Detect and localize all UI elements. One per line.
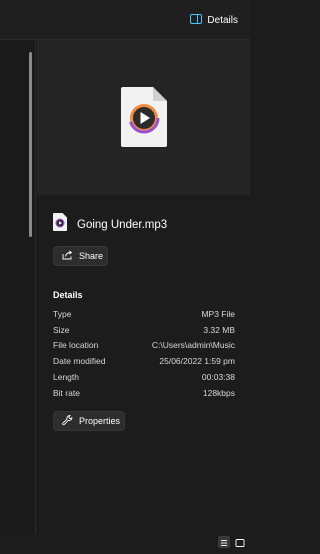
property-value: 128kbps: [202, 387, 235, 398]
property-row-type: Type MP3 File: [53, 306, 235, 322]
property-value: C:\Users\admin\Music: [151, 340, 235, 351]
property-row-file-location: File location C:\Users\admin\Music: [53, 338, 235, 354]
large-icons-view-button[interactable]: [234, 536, 246, 548]
media-file-icon: [121, 87, 167, 152]
properties-label: Properties: [79, 416, 121, 426]
share-label: Share: [79, 251, 104, 261]
property-label: Length: [53, 372, 79, 383]
property-label: File location: [53, 340, 99, 351]
property-value: MP3 File: [201, 308, 235, 319]
property-row-length: Length 00:03:38: [53, 369, 235, 385]
status-bar: [0, 534, 250, 550]
property-row-date-modified: Date modified 25/06/2022 1:59 pm: [53, 353, 235, 369]
details-section-title: Details: [53, 290, 83, 300]
properties-list: Type MP3 File Size 3.32 MB File location…: [53, 306, 235, 401]
property-value: 00:03:38: [201, 372, 235, 383]
details-pane: Going Under.mp3 Share Details Type MP3 F…: [37, 40, 250, 534]
property-row-bit-rate: Bit rate 128kbps: [53, 385, 235, 401]
file-name: Going Under.mp3: [77, 218, 168, 231]
toolbar: Details: [0, 0, 250, 40]
wrench-icon: [62, 414, 73, 428]
share-button[interactable]: Share: [53, 246, 108, 266]
properties-button[interactable]: Properties: [53, 411, 125, 431]
details-toggle-label: Details: [207, 14, 238, 26]
details-toggle-button[interactable]: Details: [190, 10, 238, 30]
file-header: Going Under.mp3: [53, 213, 167, 236]
details-view-button[interactable]: [218, 536, 230, 548]
media-file-small-icon: [53, 213, 67, 236]
details-view-icon: [218, 536, 230, 553]
property-row-size: Size 3.32 MB: [53, 322, 235, 338]
share-icon: [62, 250, 73, 262]
details-pane-icon: [190, 11, 203, 29]
large-icons-view-icon: [234, 536, 246, 553]
file-preview: [37, 40, 250, 195]
scrollbar-thumb[interactable]: [29, 52, 32, 237]
property-label: Type: [53, 308, 72, 319]
property-value: 25/06/2022 1:59 pm: [159, 356, 235, 367]
property-label: Bit rate: [53, 387, 80, 398]
navigation-pane: [0, 40, 36, 534]
property-label: Date modified: [53, 356, 106, 367]
property-value: 3.32 MB: [203, 324, 235, 335]
property-label: Size: [53, 324, 70, 335]
